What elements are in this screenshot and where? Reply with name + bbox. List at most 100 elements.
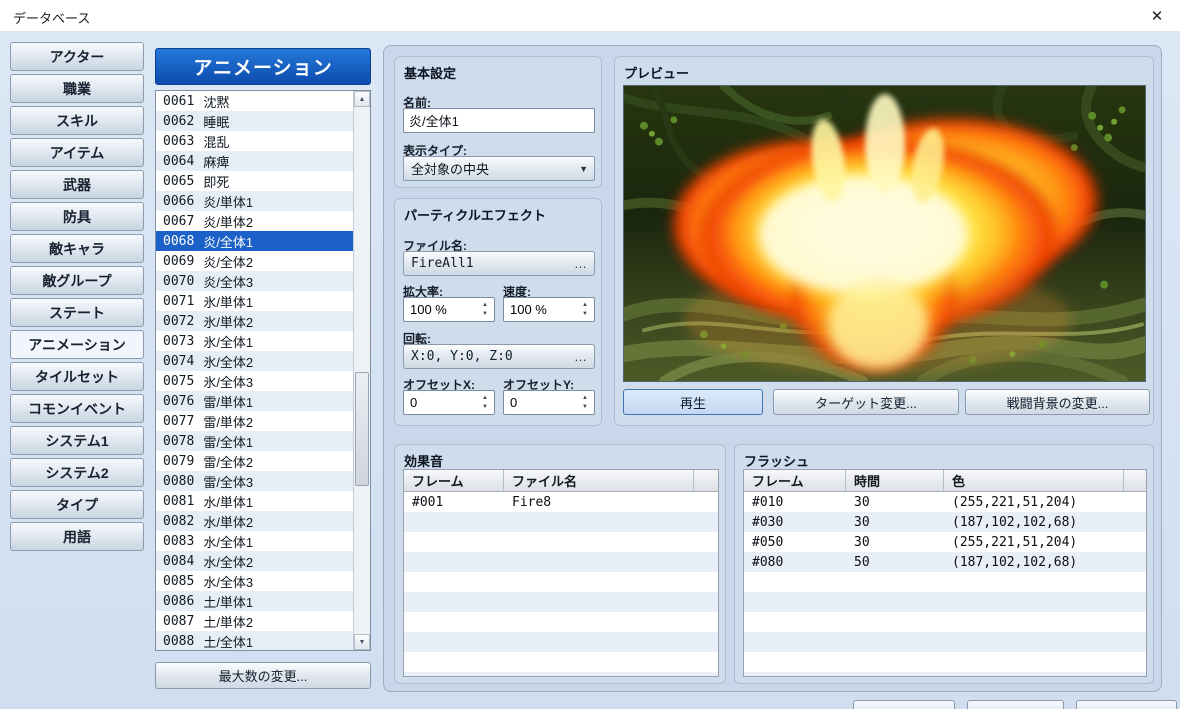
spin-up-icon[interactable]: ▲ (582, 395, 588, 401)
preview-title: プレビュー (624, 63, 689, 82)
list-item[interactable]: 0081水/単体1 (156, 491, 353, 511)
preview-group: プレビュー (614, 56, 1154, 426)
basic-settings-title: 基本設定 (404, 63, 456, 82)
cell-frame: #001 (404, 492, 504, 512)
name-input[interactable] (403, 108, 595, 133)
sidebar-item-tileset[interactable]: タイルセット (10, 362, 144, 391)
list-item[interactable]: 0064麻痺 (156, 151, 353, 171)
list-item[interactable]: 0084水/全体2 (156, 551, 353, 571)
list-item-selected[interactable]: 0068炎/全体1 (156, 231, 353, 251)
sidebar-item-armor[interactable]: 防具 (10, 202, 144, 231)
chevron-down-icon: ▼ (579, 164, 588, 174)
sidebar-item-skill[interactable]: スキル (10, 106, 144, 135)
change-target-button[interactable]: ターゲット変更... (773, 389, 959, 415)
list-item[interactable]: 0070炎/全体3 (156, 271, 353, 291)
basic-settings-group: 基本設定 名前: 表示タイプ: 全対象の中央 ▼ (394, 56, 602, 188)
ellipsis-icon: … (574, 256, 587, 271)
sidebar-item-system1[interactable]: システム1 (10, 426, 144, 455)
sidebar-item-animation[interactable]: アニメーション (10, 330, 144, 359)
spin-up-icon[interactable]: ▲ (582, 302, 588, 308)
list-item[interactable]: 0065即死 (156, 171, 353, 191)
list-item[interactable]: 0062睡眠 (156, 111, 353, 131)
cell-color: (187,102,102,68) (944, 512, 1124, 532)
list-item[interactable]: 0079雷/全体2 (156, 451, 353, 471)
cell-color: (255,221,51,204) (944, 492, 1124, 512)
bottom-cutoff-button[interactable] (967, 700, 1064, 709)
speed-stepper[interactable]: ▲▼ (503, 297, 595, 322)
list-item[interactable]: 0067炎/単体2 (156, 211, 353, 231)
list-item[interactable]: 0082水/単体2 (156, 511, 353, 531)
list-item[interactable]: 0066炎/単体1 (156, 191, 353, 211)
sidebar-item-type[interactable]: タイプ (10, 490, 144, 519)
sidebar-item-actor[interactable]: アクター (10, 42, 144, 71)
play-button[interactable]: 再生 (623, 389, 763, 415)
offset-x-stepper[interactable]: ▲▼ (403, 390, 495, 415)
column-header-time: 時間 (846, 470, 944, 491)
list-item[interactable]: 0076雷/単体1 (156, 391, 353, 411)
particle-file-value: FireAll1 (411, 256, 474, 271)
scrollbar-thumb[interactable] (355, 372, 369, 486)
table-body: #001 Fire8 (404, 492, 718, 676)
display-type-select[interactable]: 全対象の中央 ▼ (403, 156, 595, 181)
title-bar: データベース ✕ (0, 0, 1180, 32)
column-header-spacer (1124, 470, 1146, 491)
sidebar-item-enemy[interactable]: 敵キャラ (10, 234, 144, 263)
spin-down-icon[interactable]: ▼ (582, 404, 588, 410)
list-item[interactable]: 0085水/全体3 (156, 571, 353, 591)
list-item[interactable]: 0069炎/全体2 (156, 251, 353, 271)
scroll-down-icon[interactable]: ▼ (354, 634, 370, 650)
table-row[interactable]: #010 30 (255,221,51,204) (744, 492, 1146, 512)
particle-file-button[interactable]: FireAll1 … (403, 251, 595, 276)
sidebar-item-class[interactable]: 職業 (10, 74, 144, 103)
list-item[interactable]: 0087土/単体2 (156, 611, 353, 631)
bottom-cutoff-button[interactable] (1076, 700, 1177, 709)
change-maximum-button[interactable]: 最大数の変更... (155, 662, 371, 689)
flash-group: フラッシュ フレーム 時間 色 #010 30 (255,221,51,204)… (734, 444, 1154, 684)
animation-list-items: 0061沈黙 0062睡眠 0063混乱 0064麻痺 0065即死 0066炎… (156, 91, 353, 650)
table-row[interactable]: #080 50 (187,102,102,68) (744, 552, 1146, 572)
spin-up-icon[interactable]: ▲ (482, 302, 488, 308)
list-item[interactable]: 0075氷/全体3 (156, 371, 353, 391)
cell-frame: #080 (744, 552, 846, 572)
flash-table: フレーム 時間 色 #010 30 (255,221,51,204) #030 … (743, 469, 1147, 677)
table-row[interactable]: #050 30 (255,221,51,204) (744, 532, 1146, 552)
list-item[interactable]: 0086土/単体1 (156, 591, 353, 611)
change-battleback-button[interactable]: 戦闘背景の変更... (965, 389, 1150, 415)
spin-down-icon[interactable]: ▼ (482, 404, 488, 410)
table-row[interactable]: #030 30 (187,102,102,68) (744, 512, 1146, 532)
sidebar-item-weapon[interactable]: 武器 (10, 170, 144, 199)
list-scrollbar[interactable]: ▲ ▼ (353, 91, 370, 650)
rotation-button[interactable]: X:0, Y:0, Z:0 … (403, 344, 595, 369)
sidebar-item-troop[interactable]: 敵グループ (10, 266, 144, 295)
animation-editor-panel: 基本設定 名前: 表示タイプ: 全対象の中央 ▼ パーティクルエフェクト ファイ… (383, 45, 1162, 692)
sidebar-item-terms[interactable]: 用語 (10, 522, 144, 551)
sidebar-item-common-event[interactable]: コモンイベント (10, 394, 144, 423)
table-row[interactable]: #001 Fire8 (404, 492, 718, 512)
offset-y-stepper[interactable]: ▲▼ (503, 390, 595, 415)
list-item[interactable]: 0088土/全体1 (156, 631, 353, 651)
sidebar-item-system2[interactable]: システム2 (10, 458, 144, 487)
list-item[interactable]: 0063混乱 (156, 131, 353, 151)
spin-down-icon[interactable]: ▼ (582, 311, 588, 317)
table-body: #010 30 (255,221,51,204) #030 30 (187,10… (744, 492, 1146, 676)
list-item[interactable]: 0074氷/全体2 (156, 351, 353, 371)
list-item[interactable]: 0073氷/全体1 (156, 331, 353, 351)
bottom-cutoff-button[interactable] (853, 700, 955, 709)
list-item[interactable]: 0078雷/全体1 (156, 431, 353, 451)
list-item[interactable]: 0071氷/単体1 (156, 291, 353, 311)
list-item[interactable]: 0083水/全体1 (156, 531, 353, 551)
column-header-frame: フレーム (404, 470, 504, 491)
ellipsis-icon: … (574, 349, 587, 364)
close-icon[interactable]: ✕ (1140, 3, 1174, 29)
list-item[interactable]: 0072氷/単体2 (156, 311, 353, 331)
sidebar-item-item[interactable]: アイテム (10, 138, 144, 167)
column-header-color: 色 (944, 470, 1124, 491)
spin-up-icon[interactable]: ▲ (482, 395, 488, 401)
scale-stepper[interactable]: ▲▼ (403, 297, 495, 322)
scroll-up-icon[interactable]: ▲ (354, 91, 370, 107)
list-item[interactable]: 0080雷/全体3 (156, 471, 353, 491)
list-item[interactable]: 0077雷/単体2 (156, 411, 353, 431)
sidebar-item-state[interactable]: ステート (10, 298, 144, 327)
list-item[interactable]: 0061沈黙 (156, 91, 353, 111)
spin-down-icon[interactable]: ▼ (482, 311, 488, 317)
